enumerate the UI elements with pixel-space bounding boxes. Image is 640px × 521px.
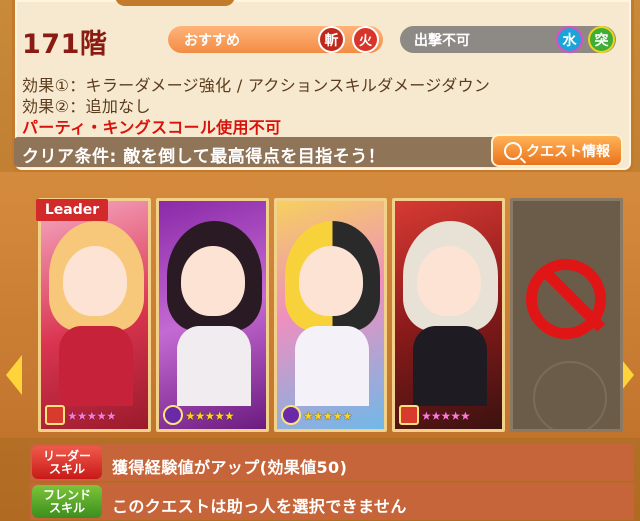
character-face (417, 246, 481, 316)
friend-skill-text: このクエストは助っ人を選択できません (112, 497, 407, 516)
leader-skill-label: リーダー スキル (32, 446, 102, 479)
magnifier-icon (504, 141, 522, 160)
water-attribute-icon: 水 (556, 26, 583, 53)
slash-attribute-icon: 斬 (318, 26, 345, 53)
gift-icon (399, 405, 419, 425)
floor-number: 171階 (22, 29, 108, 60)
panel-top-tab (115, 0, 235, 6)
character-face (181, 246, 245, 316)
friend-skill-label-line1: フレンド (42, 487, 91, 502)
quest-party-screen: 171階 おすすめ 斬 火 出撃不可 水 突 効果①：キラーダメージ強化 / ア… (0, 0, 640, 521)
sortie-disabled-label: 出撃不可 (414, 32, 470, 49)
recommend-label: おすすめ (184, 32, 240, 49)
party-slot-4[interactable]: ★★★★★ (392, 198, 505, 432)
friend-skill-label: フレンド スキル (32, 485, 102, 518)
moon-icon (163, 405, 183, 425)
recommend-pill: おすすめ (168, 26, 383, 53)
prohibited-icon (526, 259, 606, 339)
party-slot-5-locked[interactable] (510, 198, 623, 432)
quest-info-label: クエスト情報 (526, 143, 610, 160)
friend-skill-label-line2: スキル (48, 500, 85, 515)
rarity-stars: ★★★★★ (303, 409, 353, 423)
character-body (59, 326, 133, 406)
party-slot-3[interactable]: ★★★★★ (274, 198, 387, 432)
clear-condition-text: クリア条件: 敵を倒して最高得点を目指そう！ (22, 147, 386, 167)
leader-skill-label-line2: スキル (48, 461, 85, 476)
fire-attribute-icon: 火 (352, 26, 379, 53)
leader-skill-text: 獲得経験値がアップ(効果値50) (112, 458, 348, 477)
leader-tag: Leader (36, 199, 108, 221)
thrust-attribute-icon: 突 (588, 26, 615, 53)
character-body (295, 326, 369, 406)
leader-skill-label-line1: リーダー (42, 448, 91, 463)
memory-emblem-icon (533, 361, 607, 429)
character-face (63, 246, 127, 316)
rarity-stars: ★★★★★ (421, 409, 471, 423)
sortie-disabled-pill: 出撃不可 (400, 26, 616, 53)
character-body (413, 326, 487, 406)
gift-icon (45, 405, 65, 425)
left-arrow-icon[interactable] (6, 355, 22, 395)
rarity-stars: ★★★★★ (185, 409, 235, 423)
rarity-stars: ★★★★★ (67, 409, 117, 423)
character-body (177, 326, 251, 406)
party-slot-2[interactable]: ★★★★★ (156, 198, 269, 432)
party-slot-1[interactable]: ★★★★★ (38, 198, 151, 432)
moon-icon (281, 405, 301, 425)
quest-info-button[interactable]: クエスト情報 (491, 134, 623, 167)
character-face (299, 246, 363, 316)
restriction-text: パーティ・キングスコール使用不可 (22, 118, 282, 137)
